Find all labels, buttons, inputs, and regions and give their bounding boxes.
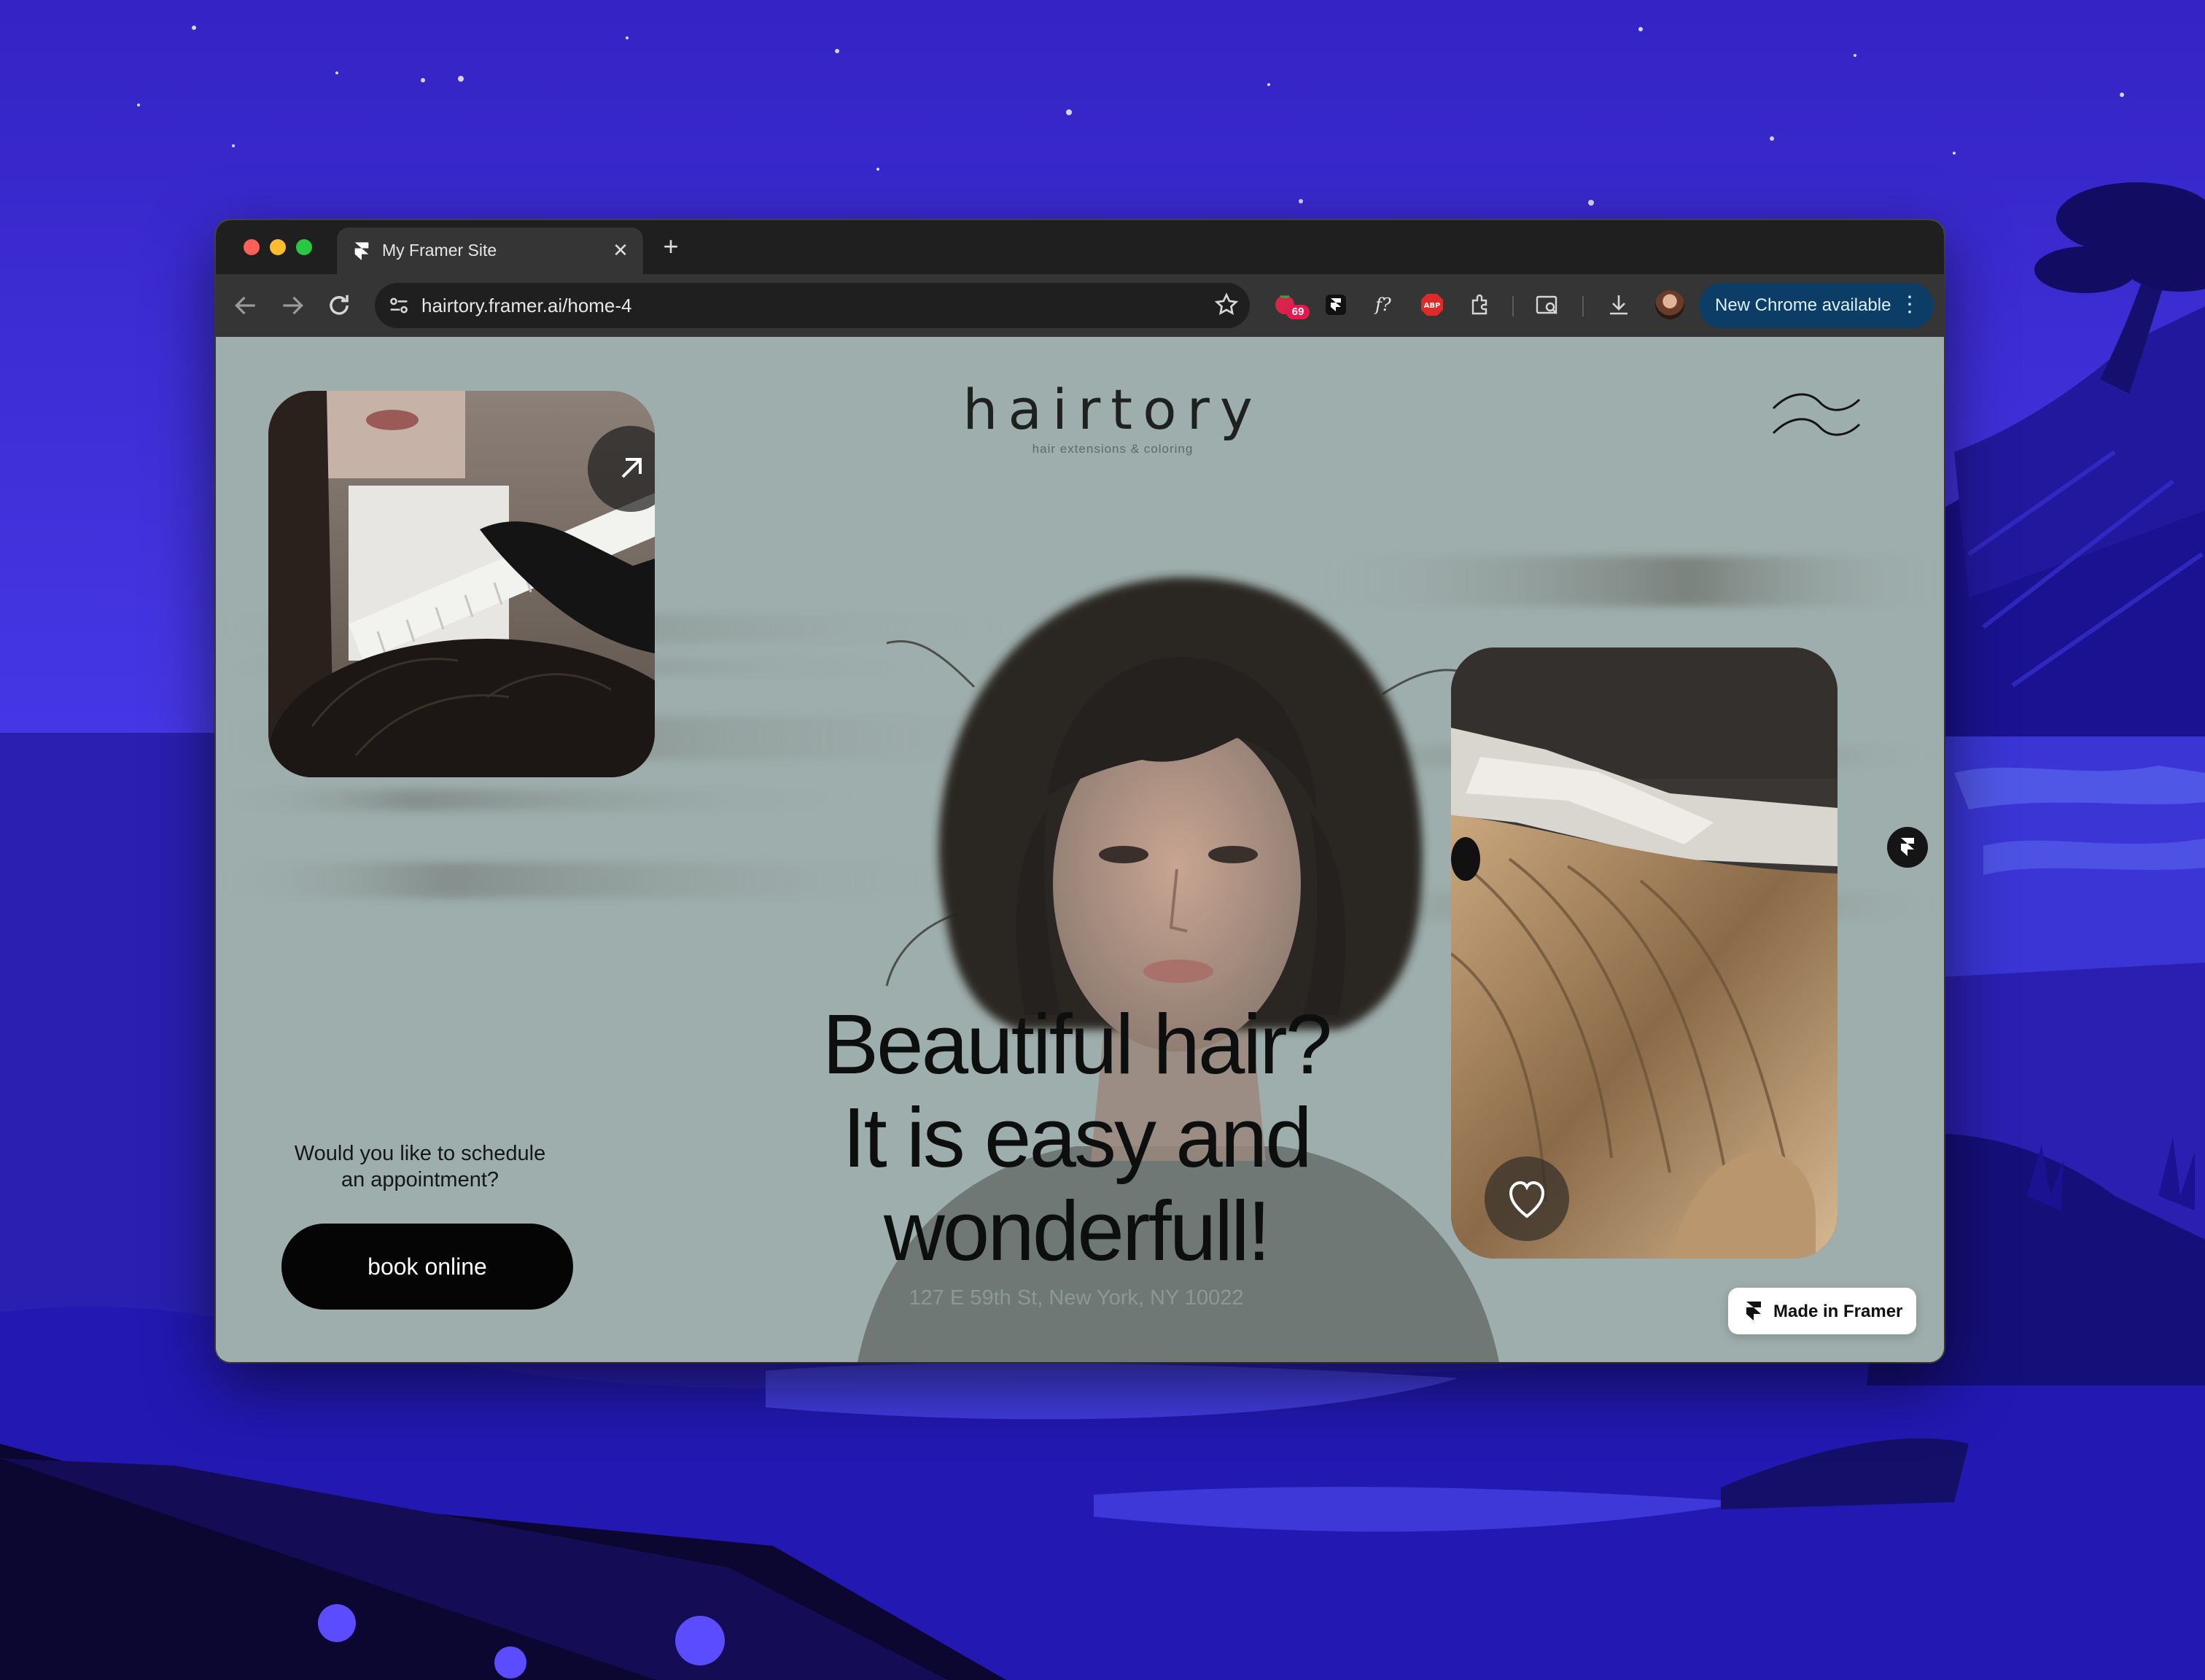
heart-icon bbox=[1509, 1181, 1545, 1218]
minimize-window-button[interactable] bbox=[270, 239, 286, 255]
made-in-framer-badge[interactable]: Made in Framer bbox=[1728, 1288, 1916, 1334]
svg-text:ABP: ABP bbox=[1424, 302, 1441, 310]
framer-icon bbox=[1746, 1302, 1761, 1321]
tab-search-icon[interactable] bbox=[1533, 290, 1562, 319]
headline-line-1: Beautiful hair? bbox=[822, 997, 1333, 1092]
arrow-up-right-icon bbox=[621, 458, 642, 478]
site-logo[interactable]: hairtory hair extensions & coloring bbox=[945, 381, 1280, 456]
address-bar[interactable]: hairtory.framer.ai/home-4 bbox=[375, 283, 1250, 328]
new-tab-button[interactable]: + bbox=[658, 233, 684, 260]
extensions-icon[interactable] bbox=[1466, 290, 1495, 319]
framer-icon bbox=[354, 242, 369, 260]
toolbar-separator bbox=[1512, 296, 1514, 316]
hair-coloring-photo[interactable] bbox=[1451, 648, 1838, 1259]
tab-my-framer-site[interactable]: My Framer Site ✕ bbox=[337, 228, 643, 274]
logo-wordmark: hairtory bbox=[962, 377, 1263, 442]
framer-icon bbox=[1901, 838, 1914, 856]
adblock-icon[interactable]: ABP bbox=[1418, 290, 1447, 319]
site-settings-icon[interactable] bbox=[386, 293, 411, 318]
page-viewport: hairtory hair extensions & coloring Beau… bbox=[216, 337, 1944, 1362]
combing-hair-photo[interactable] bbox=[268, 391, 655, 777]
reload-icon[interactable] bbox=[325, 292, 353, 319]
download-icon[interactable] bbox=[1604, 290, 1633, 319]
font-extension-icon[interactable]: f? bbox=[1369, 290, 1399, 319]
open-link-button[interactable] bbox=[588, 426, 655, 512]
profile-avatar[interactable] bbox=[1655, 290, 1684, 319]
hero-headline: Beautiful hair? It is easy and wonderful… bbox=[770, 998, 1382, 1278]
logo-tagline: hair extensions & coloring bbox=[1032, 442, 1194, 456]
forward-icon[interactable] bbox=[279, 292, 306, 319]
more-menu-icon[interactable]: ⋮ bbox=[1899, 292, 1921, 318]
schedule-line-1: Would you like to schedule bbox=[294, 1142, 546, 1165]
headline-line-2: It is easy and bbox=[842, 1090, 1312, 1185]
url-text: hairtory.framer.ai/home-4 bbox=[421, 295, 632, 316]
framer-extension-icon[interactable] bbox=[1321, 290, 1350, 319]
update-label: New Chrome available bbox=[1715, 295, 1891, 315]
salon-address: 127 E 59th St, New York, NY 10022 bbox=[909, 1286, 1244, 1310]
close-tab-icon[interactable]: ✕ bbox=[608, 238, 633, 262]
book-online-button[interactable]: book online bbox=[281, 1224, 573, 1310]
wave-menu-icon[interactable] bbox=[1769, 386, 1864, 445]
schedule-line-2: an appointment? bbox=[341, 1168, 499, 1191]
toolbar-separator bbox=[1582, 296, 1584, 316]
favorite-button[interactable] bbox=[1485, 1156, 1569, 1241]
svg-text:f?: f? bbox=[1374, 295, 1391, 315]
extension-badge: 69 bbox=[1286, 305, 1310, 319]
back-icon[interactable] bbox=[232, 292, 260, 319]
browser-window: My Framer Site ✕ + hairtory.framer.ai/ho… bbox=[216, 220, 1944, 1362]
headline-line-3: wonderfull! bbox=[884, 1183, 1271, 1278]
close-window-button[interactable] bbox=[244, 239, 260, 255]
zoom-window-button[interactable] bbox=[296, 239, 312, 255]
tab-title: My Framer Site bbox=[382, 241, 497, 260]
update-chrome-button[interactable]: New Chrome available ⋮ bbox=[1699, 283, 1934, 328]
tab-bar: My Framer Site ✕ + bbox=[216, 220, 1944, 274]
extension-tomato-icon[interactable]: 69 bbox=[1272, 290, 1310, 319]
made-in-framer-label: Made in Framer bbox=[1773, 1302, 1903, 1321]
framer-floating-button[interactable] bbox=[1887, 827, 1928, 868]
star-icon[interactable] bbox=[1213, 292, 1240, 318]
browser-toolbar: hairtory.framer.ai/home-4 69 f? ABP New … bbox=[216, 274, 1944, 337]
schedule-prompt: Would you like to schedule an appointmen… bbox=[267, 1140, 573, 1193]
